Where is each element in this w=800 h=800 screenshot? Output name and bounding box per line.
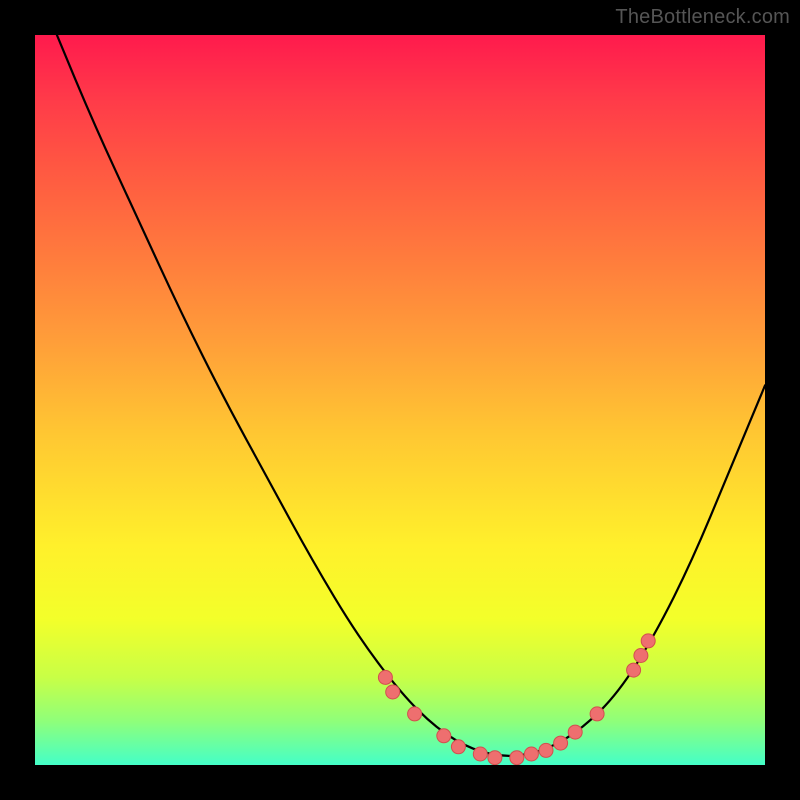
data-marker: [473, 747, 487, 761]
plot-area: [35, 35, 765, 765]
chart-frame: TheBottleneck.com: [0, 0, 800, 800]
watermark-label: TheBottleneck.com: [615, 6, 790, 29]
data-marker: [634, 649, 648, 663]
data-marker: [590, 707, 604, 721]
data-marker: [568, 725, 582, 739]
data-marker: [378, 670, 392, 684]
data-marker: [451, 740, 465, 754]
data-marker: [510, 751, 524, 765]
marker-group: [378, 634, 655, 765]
chart-svg: [35, 35, 765, 765]
data-marker: [408, 707, 422, 721]
data-marker: [539, 743, 553, 757]
data-marker: [524, 747, 538, 761]
data-marker: [386, 685, 400, 699]
data-marker: [437, 729, 451, 743]
data-marker: [488, 751, 502, 765]
bottleneck-curve: [57, 35, 765, 756]
data-marker: [627, 663, 641, 677]
data-marker: [554, 736, 568, 750]
data-marker: [641, 634, 655, 648]
